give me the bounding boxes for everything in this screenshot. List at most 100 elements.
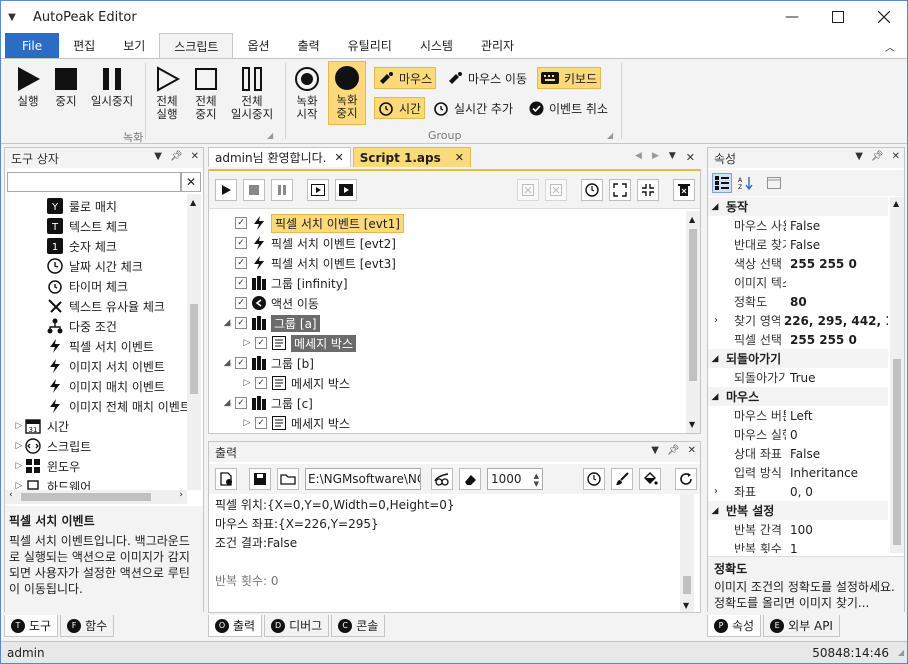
list-item[interactable]: Y 룰로 매치	[47, 196, 117, 216]
prop-row[interactable]: 이미지 텍스트	[708, 273, 888, 292]
category-repeat[interactable]: ◢ 반복 설정	[708, 501, 888, 520]
prop-row[interactable]: ›찾기 영역226, 295, 442, 16	[708, 311, 888, 330]
script-stop-button[interactable]	[243, 179, 265, 201]
brush-button[interactable]	[611, 468, 633, 490]
clear-search-button[interactable]: ✕	[181, 172, 201, 192]
collapse-icon[interactable]: ◢	[221, 358, 233, 368]
alphabetical-view-button[interactable]: AZ	[736, 173, 756, 193]
stepper-arrows-icon[interactable]: ▲ ▼	[534, 472, 539, 488]
pause-all-button[interactable]: 전체 일시중지	[227, 63, 277, 121]
tab-welcome[interactable]: admin님 환영합니다. ✕	[208, 147, 351, 167]
expand-icon[interactable]: ▷	[13, 461, 25, 471]
tab-utility[interactable]: 유틸리티	[334, 33, 406, 58]
run-button[interactable]: 실행	[11, 63, 45, 108]
prop-row[interactable]: 정확도 80	[708, 292, 888, 311]
tree-node-evt2[interactable]: ✓ 픽셀 서치 이벤트 [evt2]	[235, 233, 396, 253]
collapse-icon[interactable]: ◢	[221, 398, 233, 408]
list-item[interactable]: 이미지 전체 매치 이벤트	[47, 396, 187, 416]
pin-icon[interactable]: 📌︎	[170, 151, 183, 162]
prop-row[interactable]: 마우스 실행0	[708, 425, 888, 444]
prop-row[interactable]: 상대 좌표 False	[708, 444, 888, 463]
category-window[interactable]: ▷ 윈도우	[13, 456, 80, 476]
category-back[interactable]: ◢ 되돌아가기	[708, 349, 888, 368]
close-button[interactable]	[861, 1, 907, 33]
tab-script1[interactable]: Script 1.aps ✕	[352, 147, 471, 167]
script-pause-button[interactable]	[271, 179, 293, 201]
collapse-icon[interactable]: ◢	[221, 318, 233, 328]
tab-view[interactable]: 보기	[109, 33, 159, 58]
collapse-ribbon-icon[interactable]: ︿	[885, 39, 895, 54]
stop-button[interactable]: 중지	[51, 63, 81, 108]
refresh-button[interactable]	[675, 468, 697, 490]
tree-node-evt3[interactable]: ✓ 픽셀 서치 이벤트 [evt3]	[235, 253, 396, 273]
collapse-icon[interactable]: ◢	[708, 202, 722, 212]
scroll-down-icon[interactable]: ▼	[689, 420, 695, 429]
close-tab-icon[interactable]: ✕	[455, 151, 464, 164]
node-checkbox[interactable]: ✓	[235, 237, 247, 249]
tab-tools[interactable]: T 도구	[4, 615, 59, 637]
toolbox-hscrollbar[interactable]: ‹ ›	[5, 490, 187, 504]
prop-row[interactable]: 마우스 버튼Left	[708, 406, 888, 425]
tab-options[interactable]: 옵션	[233, 33, 283, 58]
tab-console[interactable]: C 콘솔	[331, 615, 386, 637]
scroll-down-icon[interactable]: ▼	[683, 601, 689, 610]
prop-row[interactable]: 반복 횟수 1	[708, 539, 888, 554]
dropdown-icon[interactable]: ▼	[855, 151, 863, 162]
tab-script[interactable]: 스크립트	[159, 33, 234, 58]
interval-stepper[interactable]: 1000 ▲ ▼	[487, 468, 543, 490]
collapse-all-button[interactable]	[637, 179, 659, 201]
node-checkbox[interactable]: ✓	[235, 397, 247, 409]
keyboard-record-button[interactable]: 키보드	[537, 67, 602, 89]
resize-grip-icon[interactable]: ◢	[898, 648, 904, 657]
category-action[interactable]: ◢ 동작	[708, 197, 888, 216]
expand-all-button[interactable]	[609, 179, 631, 201]
node-checkbox[interactable]: ✓	[255, 337, 267, 349]
expand-icon[interactable]: ▷	[241, 338, 253, 348]
tree-node-group-b[interactable]: ◢ ✓ 그룹 [b]	[221, 353, 314, 373]
list-item[interactable]: 다중 조건	[47, 316, 117, 336]
script-scrollbar[interactable]: ▲ ▼	[686, 211, 700, 433]
pause-button[interactable]: 일시중지	[87, 63, 137, 108]
pin-icon[interactable]: 📌︎	[667, 445, 680, 456]
tree-node-group-a[interactable]: ◢ ✓ 그룹 [a]	[221, 313, 320, 333]
tree-node-action-move[interactable]: ✓ 액션 이동	[235, 293, 319, 313]
new-log-button[interactable]	[215, 468, 237, 490]
tab-output[interactable]: 출력	[284, 33, 334, 58]
category-hardware[interactable]: ▷ 하드웨어	[13, 476, 92, 491]
tree-node-msgbox-a[interactable]: ▷ ✓ 메세지 박스	[241, 333, 357, 353]
expand-icon[interactable]: ›	[714, 315, 718, 326]
tab-admin[interactable]: 관리자	[467, 33, 528, 58]
event-cancel-button[interactable]: 이벤트 취소	[526, 97, 611, 119]
close-icon[interactable]: ✕	[892, 151, 900, 162]
list-item[interactable]: 이미지 매치 이벤트	[47, 376, 165, 396]
tree-node-msgbox-c[interactable]: ▷ ✓ 메세지 박스	[241, 413, 350, 433]
node-checkbox[interactable]: ✓	[255, 417, 267, 429]
node-checkbox[interactable]: ✓	[235, 357, 247, 369]
step-run-button[interactable]	[307, 179, 329, 201]
scroll-up-icon[interactable]: ▲	[689, 215, 695, 224]
category-mouse[interactable]: ◢ 마우스	[708, 387, 888, 406]
category-time[interactable]: ▷ 31 시간	[13, 416, 69, 436]
expand-icon[interactable]: ▷	[13, 441, 25, 451]
eraser-button[interactable]	[459, 468, 481, 490]
timer-button[interactable]	[581, 179, 603, 201]
record-start-button[interactable]: 녹화 시작	[290, 63, 324, 121]
properties-scrollbar[interactable]: ▲	[890, 197, 904, 553]
scroll-thumb[interactable]	[683, 576, 691, 594]
realtime-add-button[interactable]: 실시간 추가	[430, 97, 516, 119]
expand-icon[interactable]: ▷	[13, 481, 25, 490]
hscroll-thumb[interactable]	[21, 493, 151, 501]
property-pages-button[interactable]	[764, 173, 784, 193]
close-tab-icon[interactable]: ✕	[334, 151, 343, 164]
close-document-icon[interactable]: ✕	[686, 151, 695, 164]
filter-button[interactable]	[431, 468, 453, 490]
delete-button[interactable]	[673, 179, 695, 201]
scroll-up-icon[interactable]: ▲	[893, 199, 899, 208]
node-checkbox[interactable]: ✓	[235, 297, 247, 309]
tab-debug[interactable]: D 디버그	[264, 615, 330, 637]
list-item[interactable]: 이미지 서치 이벤트	[47, 356, 165, 376]
list-item[interactable]: 픽셀 서치 이벤트	[47, 336, 154, 356]
time-record-button[interactable]: 시간	[374, 97, 426, 119]
prop-row[interactable]: 픽셀 선택 255 255 0	[708, 330, 888, 349]
stop-all-button[interactable]: 전체 중지	[189, 63, 223, 121]
